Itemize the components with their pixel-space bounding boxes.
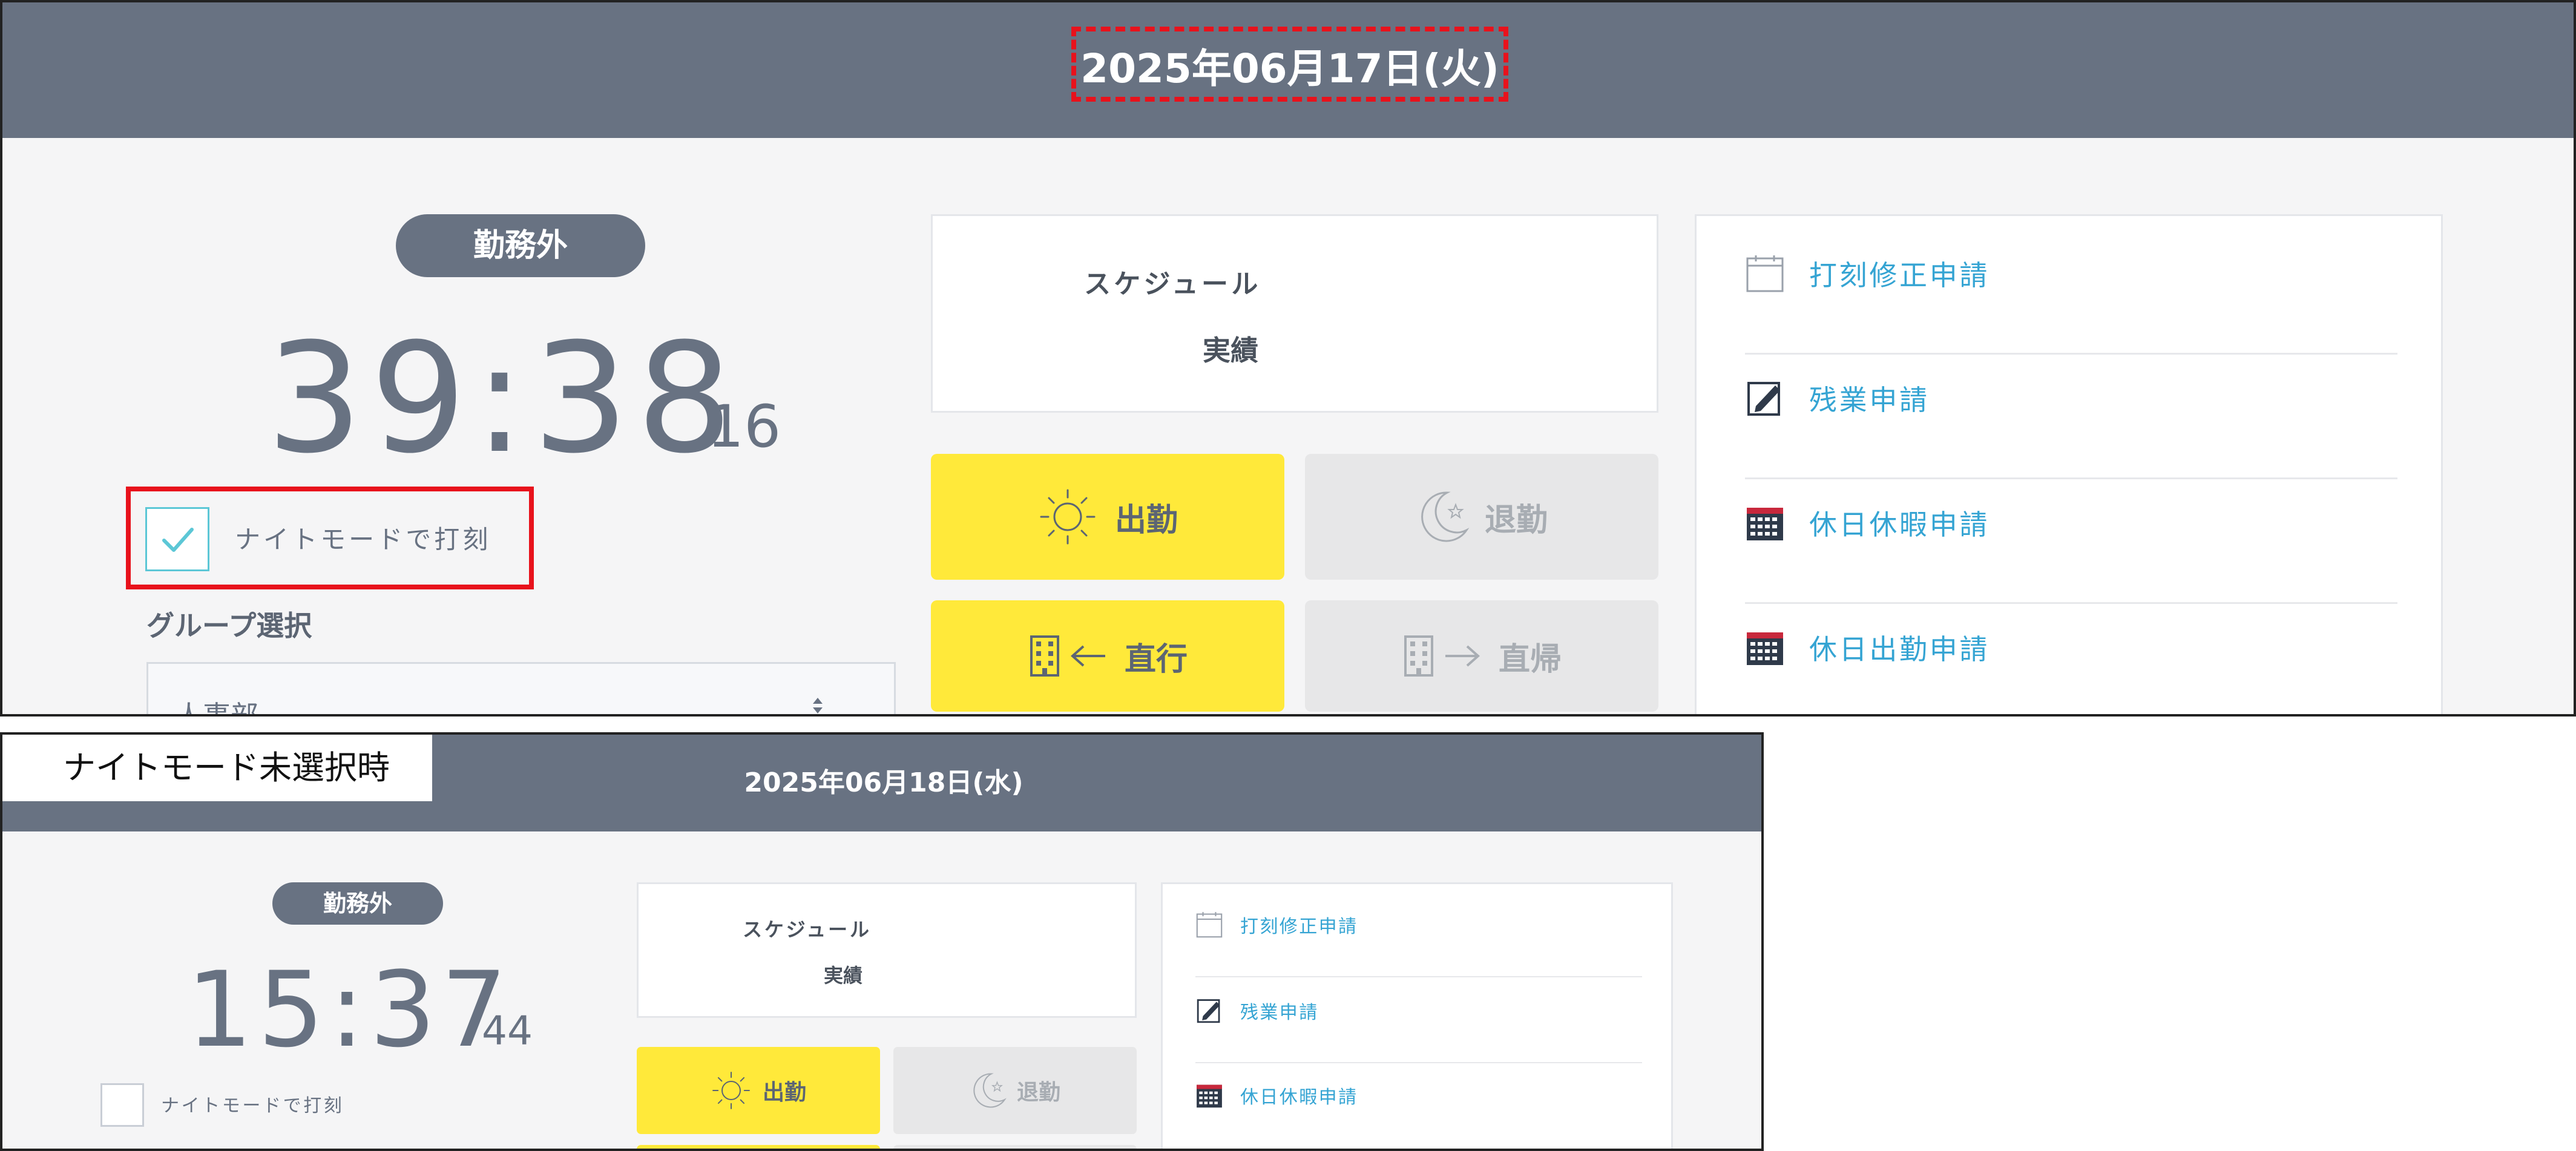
moon-icon (970, 1071, 1007, 1110)
bottom-screenshot-panel: 2025年06月18日(水) ナイトモード未選択時 勤務外 15:37 44 ナ… (0, 732, 1764, 1151)
clock-hours-minutes: 39:38 (266, 310, 740, 487)
menu-label: 休日出勤申請 (1809, 633, 1990, 666)
calendar-blank-icon (1745, 254, 1785, 293)
sun-icon (1037, 487, 1098, 547)
arrow-left-icon (1069, 644, 1108, 668)
request-menu-card: 打刻修正申請 残業申請 休日休暇申請 (1161, 882, 1673, 1149)
clock-hours-minutes: 15:37 (186, 949, 513, 1071)
pencil-note-icon (1195, 997, 1223, 1025)
menu-label: 休日休暇申請 (1809, 508, 1990, 541)
group-select-label: グループ選択 (146, 609, 312, 642)
divider (1195, 1062, 1642, 1063)
menu-item-punch-correction[interactable]: 打刻修正申請 (1745, 254, 1990, 293)
status-badge: 勤務外 (272, 882, 443, 925)
arrow-right-icon (1443, 644, 1482, 668)
schedule-card: スケジュール 実績 (637, 882, 1137, 1018)
menu-label: 休日休暇申請 (1240, 1087, 1358, 1108)
menu-item-holiday-leave[interactable]: 休日休暇申請 (1195, 1081, 1358, 1109)
header-bar: 2025年06月17日(火) (2, 2, 2574, 138)
check-icon (162, 528, 194, 552)
night-mode-checkbox[interactable] (100, 1083, 144, 1127)
menu-item-punch-correction[interactable]: 打刻修正申請 (1195, 911, 1358, 939)
divider (1745, 602, 2397, 604)
date-title: 2025年06月18日(水) (744, 767, 1024, 798)
clock-seconds: 44 (482, 1008, 533, 1054)
divider (1745, 353, 2397, 355)
clock-in-button[interactable]: 出勤 (637, 1047, 880, 1134)
menu-label: 残業申請 (1240, 1002, 1319, 1023)
clock-seconds: 16 (707, 393, 781, 461)
direct-go-label: 直行 (1124, 641, 1188, 678)
actual-label: 実績 (824, 964, 863, 987)
building-icon (1028, 634, 1062, 678)
direct-return-label: 直帰 (1498, 641, 1562, 678)
group-select-value: 人事部 (175, 700, 258, 717)
divider (1195, 976, 1642, 977)
clock-out-button[interactable]: 退勤 (893, 1047, 1137, 1134)
divider (1745, 477, 2397, 479)
building-icon (1402, 634, 1436, 678)
select-arrows-icon (810, 695, 825, 714)
menu-label: 打刻修正申請 (1240, 916, 1358, 937)
menu-label: 打刻修正申請 (1809, 259, 1990, 292)
night-mode-checkbox[interactable] (145, 507, 209, 571)
clock-out-label: 退勤 (1016, 1080, 1060, 1105)
menu-item-holiday-work[interactable]: 休日出勤申請 (1745, 628, 1990, 667)
schedule-card: スケジュール 実績 (931, 214, 1658, 413)
schedule-label: スケジュール (743, 918, 872, 941)
status-badge: 勤務外 (396, 214, 645, 277)
group-select[interactable]: 人事部 (146, 662, 896, 717)
sun-icon (711, 1070, 752, 1111)
menu-item-holiday-leave[interactable]: 休日休暇申請 (1745, 503, 1990, 543)
night-mode-label: ナイトモードで打刻 (161, 1095, 344, 1117)
clock-in-button[interactable]: 出勤 (931, 454, 1284, 580)
clock-in-label: 出勤 (1114, 502, 1178, 539)
night-mode-label: ナイトモードで打刻 (235, 525, 491, 554)
calendar-grid-icon (1745, 628, 1785, 667)
clock-out-label: 退勤 (1484, 502, 1548, 539)
direct-return-button[interactable] (893, 1145, 1137, 1149)
request-menu-card: 打刻修正申請 残業申請 休日休暇申請 休日出勤申請 (1695, 214, 2443, 714)
schedule-label: スケジュール (1084, 269, 1261, 300)
calendar-blank-icon (1195, 911, 1223, 939)
calendar-grid-icon (1195, 1081, 1223, 1109)
calendar-grid-icon (1745, 503, 1785, 543)
menu-item-overtime[interactable]: 残業申請 (1745, 378, 1930, 418)
top-screenshot-panel: 2025年06月17日(火) 勤務外 39:38 16 ナイトモードで打刻 グル… (0, 0, 2576, 717)
actual-label: 実績 (1203, 334, 1258, 367)
menu-item-overtime[interactable]: 残業申請 (1195, 997, 1319, 1025)
direct-go-button[interactable] (637, 1145, 880, 1149)
date-title: 2025年06月17日(火) (1071, 27, 1508, 102)
menu-label: 残業申請 (1809, 384, 1930, 416)
pencil-note-icon (1745, 378, 1785, 418)
direct-return-button[interactable]: 直帰 (1305, 600, 1658, 712)
direct-go-button[interactable]: 直行 (931, 600, 1284, 712)
moon-icon (1416, 488, 1470, 546)
clock-out-button[interactable]: 退勤 (1305, 454, 1658, 580)
caption-label: ナイトモード未選択時 (2, 735, 432, 801)
clock-in-label: 出勤 (762, 1080, 806, 1105)
